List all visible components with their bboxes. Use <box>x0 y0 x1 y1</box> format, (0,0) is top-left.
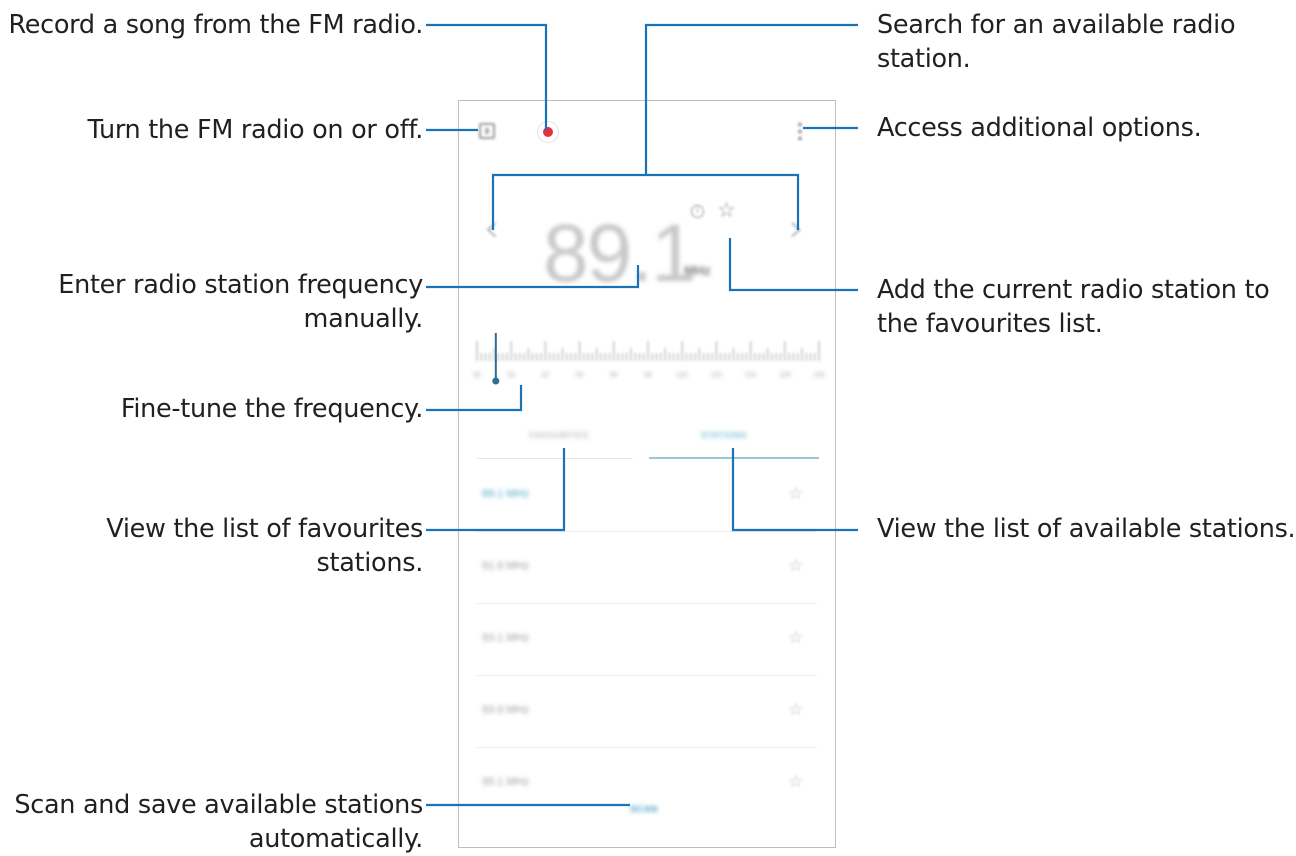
tuner-scale-label: 88 <box>473 372 481 379</box>
favourite-star-icon[interactable]: ☆ <box>788 556 803 576</box>
tuner-scale-label: 96 <box>610 372 618 379</box>
frequency-display[interactable]: 89.1 <box>543 213 697 295</box>
more-options-icon[interactable] <box>798 121 802 141</box>
callout-favourites: View the list of favourites stations. <box>106 514 423 578</box>
station-item[interactable]: 91.9 MHz ☆ <box>459 532 835 604</box>
callout-search: Search for an available radio station. <box>877 10 1236 74</box>
station-item[interactable]: 89.1 MHz ☆ <box>459 460 835 532</box>
station-item[interactable]: 93.9 MHz ☆ <box>459 676 835 748</box>
search-next-button[interactable]: › <box>789 206 804 250</box>
search-previous-button[interactable]: ‹ <box>484 206 499 250</box>
callout-scan: Scan and save available stations automat… <box>14 790 423 854</box>
station-name: 93.9 MHz <box>482 704 530 716</box>
tuner-scale-label: 92 <box>542 372 550 379</box>
tuner-scale-label: 100 <box>676 372 688 379</box>
power-toggle-icon[interactable] <box>479 123 495 139</box>
tab-divider <box>477 458 633 459</box>
station-name: 91.9 MHz <box>482 560 530 572</box>
callout-options: Access additional options. <box>877 113 1202 143</box>
callout-frequency: Enter radio station frequency manually. <box>58 270 423 334</box>
station-item[interactable]: 93.1 MHz ☆ <box>459 604 835 676</box>
record-button[interactable] <box>537 121 559 143</box>
callout-add-favourite: Add the current radio station to the fav… <box>877 275 1270 339</box>
tab-stations[interactable]: STATIONS <box>664 430 784 440</box>
tuner-scale-label: 108 <box>813 372 825 379</box>
tuner-scale-label: 106 <box>779 372 791 379</box>
tuner-scale-label: 90 <box>507 372 515 379</box>
station-name: 95.1 MHz <box>482 776 530 788</box>
tuner-scale-label: 98 <box>644 372 652 379</box>
station-name: 93.1 MHz <box>482 632 530 644</box>
frequency-tuner[interactable]: 88 90 92 94 96 98 100 102 104 106 108 <box>459 331 835 401</box>
callout-finetune: Fine-tune the frequency. <box>120 394 423 424</box>
tuner-scale-label: 104 <box>745 372 757 379</box>
scan-button[interactable]: SCAN <box>619 804 669 814</box>
frequency-unit: MHz <box>684 263 711 278</box>
tab-favourites[interactable]: FAVOURITES <box>499 430 619 440</box>
tuner-scale-label: 102 <box>711 372 723 379</box>
favourite-star-icon[interactable]: ☆ <box>788 700 803 720</box>
station-name: 89.1 MHz <box>482 488 530 500</box>
callout-power: Turn the FM radio on or off. <box>87 115 424 145</box>
callout-record: Record a song from the FM radio. <box>8 10 424 40</box>
favourite-star-icon[interactable]: ☆ <box>788 772 803 792</box>
add-favourite-star-icon[interactable]: ☆ <box>717 198 736 222</box>
favourite-star-icon[interactable]: ☆ <box>788 628 803 648</box>
favourite-star-icon[interactable]: ☆ <box>788 484 803 504</box>
tab-selected-indicator <box>649 457 819 459</box>
fm-radio-screen: ‹ 89.1 i ☆ MHz › 88 90 92 94 96 98 100 102 104 10… <box>458 100 836 848</box>
info-icon[interactable]: i <box>691 205 704 218</box>
callout-stations: View the list of available stations. <box>877 514 1296 544</box>
tuner-needle-handle[interactable] <box>492 377 500 385</box>
tuner-scale-label: 94 <box>576 372 584 379</box>
